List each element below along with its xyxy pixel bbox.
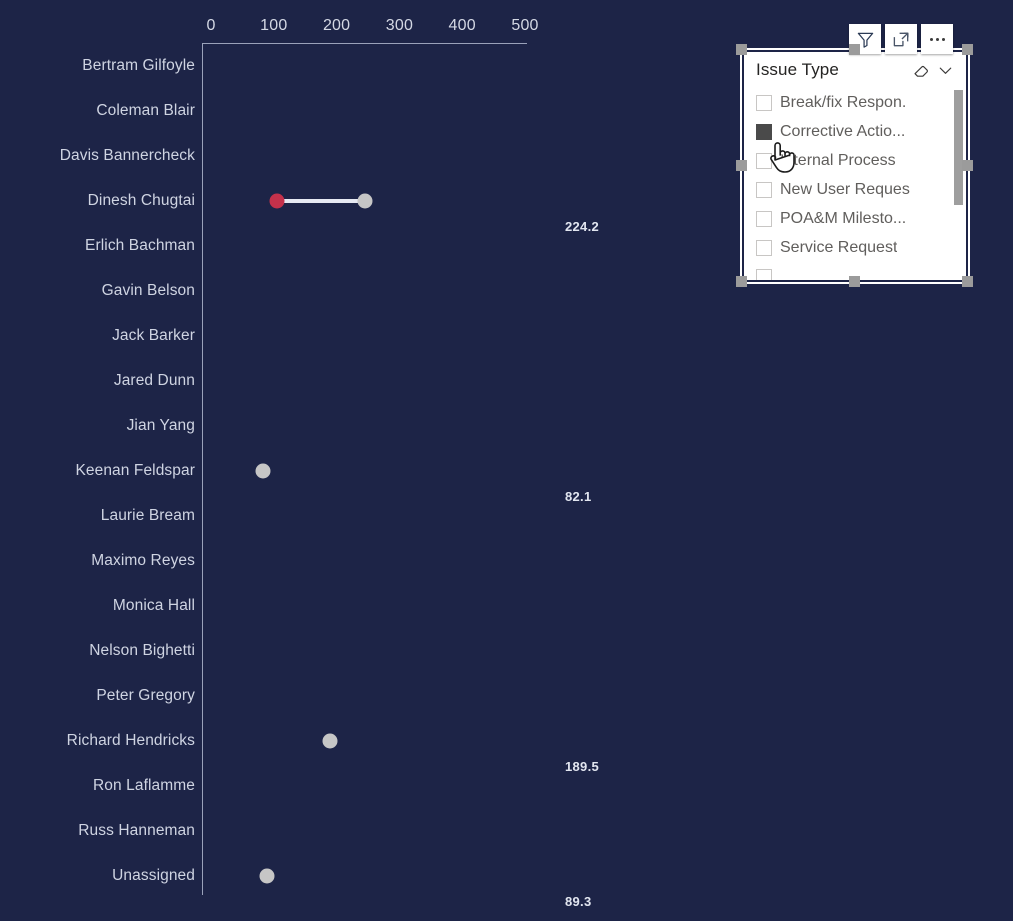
data-point-grey[interactable]: [259, 868, 275, 883]
dumbbell-connector: [276, 198, 366, 203]
category-label[interactable]: Erlich Bachman: [85, 223, 195, 268]
chart-category-row[interactable]: Keenan Feldspar 82.1: [0, 448, 1013, 504]
data-point-grey[interactable]: [322, 733, 338, 748]
chart-category-row[interactable]: Unassigned 89.3: [0, 853, 1013, 909]
slicer-header: Issue Type: [744, 52, 966, 88]
slicer-item-checkbox[interactable]: [756, 94, 772, 111]
slicer-item-checkbox[interactable]: [756, 152, 772, 169]
row-plot-area: [202, 538, 1013, 583]
slicer-item[interactable]: Break/fix Respon.: [744, 88, 966, 117]
slicer-item[interactable]: Internal Process: [744, 146, 966, 175]
chart-category-row[interactable]: Jack Barker: [0, 313, 1013, 358]
row-plot-area: [202, 358, 1013, 403]
slicer-item-label[interactable]: Service Request: [780, 239, 897, 257]
x-tick-label: 200: [322, 17, 351, 34]
slicer-item[interactable]: New User Reques: [744, 175, 966, 204]
chart-category-row[interactable]: Peter Gregory: [0, 673, 1013, 718]
x-tick-label: 400: [448, 17, 476, 34]
category-label[interactable]: Coleman Blair: [96, 88, 195, 133]
category-label[interactable]: Laurie Bream: [101, 493, 195, 538]
row-plot-area: [202, 448, 1013, 493]
slicer-scrollbar-track[interactable]: [954, 90, 963, 278]
row-plot-area: [202, 853, 1013, 898]
resize-handle-top-center[interactable]: [849, 44, 860, 55]
slicer-title: Issue Type: [756, 60, 839, 79]
eraser-icon[interactable]: [910, 59, 932, 81]
slicer-item-label[interactable]: Break/fix Respon.: [780, 94, 906, 112]
row-plot-area: [202, 313, 1013, 358]
category-label[interactable]: Dinesh Chugtai: [88, 178, 195, 223]
chart-category-row[interactable]: Maximo Reyes: [0, 538, 1013, 583]
slicer-item-label[interactable]: New User Reques: [780, 181, 910, 199]
focus-mode-icon: [892, 30, 911, 49]
category-label[interactable]: Jack Barker: [112, 313, 195, 358]
slicer-item-checkbox[interactable]: [756, 210, 772, 227]
slicer-item-label[interactable]: Internal Process: [780, 152, 896, 170]
chevron-down-icon[interactable]: [934, 59, 956, 81]
more-options-button[interactable]: [921, 24, 953, 54]
resize-handle-bottom-right[interactable]: [962, 276, 973, 287]
data-value-label: 89.3: [565, 894, 592, 909]
x-tick-label: 100: [260, 17, 288, 34]
category-label[interactable]: Richard Hendricks: [67, 718, 195, 763]
category-label[interactable]: Nelson Bighetti: [89, 628, 195, 673]
resize-handle-middle-right[interactable]: [962, 160, 973, 171]
category-label[interactable]: Maximo Reyes: [91, 538, 195, 583]
resize-handle-bottom-center[interactable]: [849, 276, 860, 287]
data-point-grey[interactable]: [255, 463, 271, 478]
row-plot-area: [202, 763, 1013, 808]
resize-handle-middle-left[interactable]: [736, 160, 747, 171]
row-plot-area: [202, 673, 1013, 718]
slicer-item-checkbox[interactable]: [756, 268, 772, 280]
issue-type-slicer[interactable]: Issue Type Break/fix Respon. Corrective A…: [744, 52, 966, 280]
slicer-item-checkbox[interactable]: [756, 239, 772, 256]
x-tick-label: 0: [206, 17, 216, 34]
category-label[interactable]: Jared Dunn: [114, 358, 195, 403]
category-label[interactable]: Bertram Gilfoyle: [82, 43, 195, 88]
chart-category-row[interactable]: Nelson Bighetti: [0, 628, 1013, 673]
chart-category-row[interactable]: Russ Hanneman: [0, 808, 1013, 853]
slicer-item-list[interactable]: Break/fix Respon. Corrective Actio... Inte…: [744, 88, 966, 280]
slicer-scrollbar-thumb[interactable]: [954, 90, 963, 205]
resize-handle-bottom-left[interactable]: [736, 276, 747, 287]
chart-category-row[interactable]: Jian Yang: [0, 403, 1013, 448]
slicer-item-checkbox[interactable]: [756, 181, 772, 198]
visual-header-toolbar[interactable]: [849, 24, 953, 54]
slicer-item-label[interactable]: POA&M Milesto...: [780, 210, 906, 228]
more-options-icon: [929, 37, 945, 41]
chart-category-row[interactable]: Monica Hall: [0, 583, 1013, 628]
slicer-item-label[interactable]: Corrective Actio...: [780, 123, 905, 141]
chart-category-row[interactable]: Ron Laflamme: [0, 763, 1013, 808]
row-plot-area: [202, 493, 1013, 538]
category-label[interactable]: Ron Laflamme: [93, 763, 195, 808]
resize-handle-top-right[interactable]: [962, 44, 973, 55]
chart-category-row[interactable]: Richard Hendricks 189.5: [0, 718, 1013, 774]
chart-category-row[interactable]: Jared Dunn: [0, 358, 1013, 403]
slicer-item[interactable]: Corrective Actio...: [744, 117, 966, 146]
row-plot-area: [202, 628, 1013, 673]
slicer-item[interactable]: Service Request: [744, 233, 966, 262]
row-plot-area: [202, 808, 1013, 853]
category-label[interactable]: Jian Yang: [127, 403, 195, 448]
data-point-grey[interactable]: [357, 193, 373, 208]
resize-handle-top-left[interactable]: [736, 44, 747, 55]
slicer-item-checkbox[interactable]: [756, 123, 772, 140]
slicer-item[interactable]: POA&M Milesto...: [744, 204, 966, 233]
data-point-red[interactable]: [269, 193, 285, 208]
category-label[interactable]: Russ Hanneman: [78, 808, 195, 853]
category-label[interactable]: Gavin Belson: [102, 268, 195, 313]
row-plot-area: [202, 403, 1013, 448]
chart-category-row[interactable]: Laurie Bream: [0, 493, 1013, 538]
category-label[interactable]: Keenan Feldspar: [75, 448, 195, 493]
focus-mode-button[interactable]: [885, 24, 917, 54]
x-tick-label: 300: [385, 17, 414, 34]
category-label[interactable]: Davis Bannercheck: [60, 133, 195, 178]
category-label[interactable]: Monica Hall: [113, 583, 195, 628]
row-plot-area: [202, 583, 1013, 628]
category-label[interactable]: Unassigned: [112, 853, 195, 898]
row-plot-area: [202, 718, 1013, 763]
category-label[interactable]: Peter Gregory: [96, 673, 195, 718]
x-tick-label: 500: [511, 17, 539, 34]
